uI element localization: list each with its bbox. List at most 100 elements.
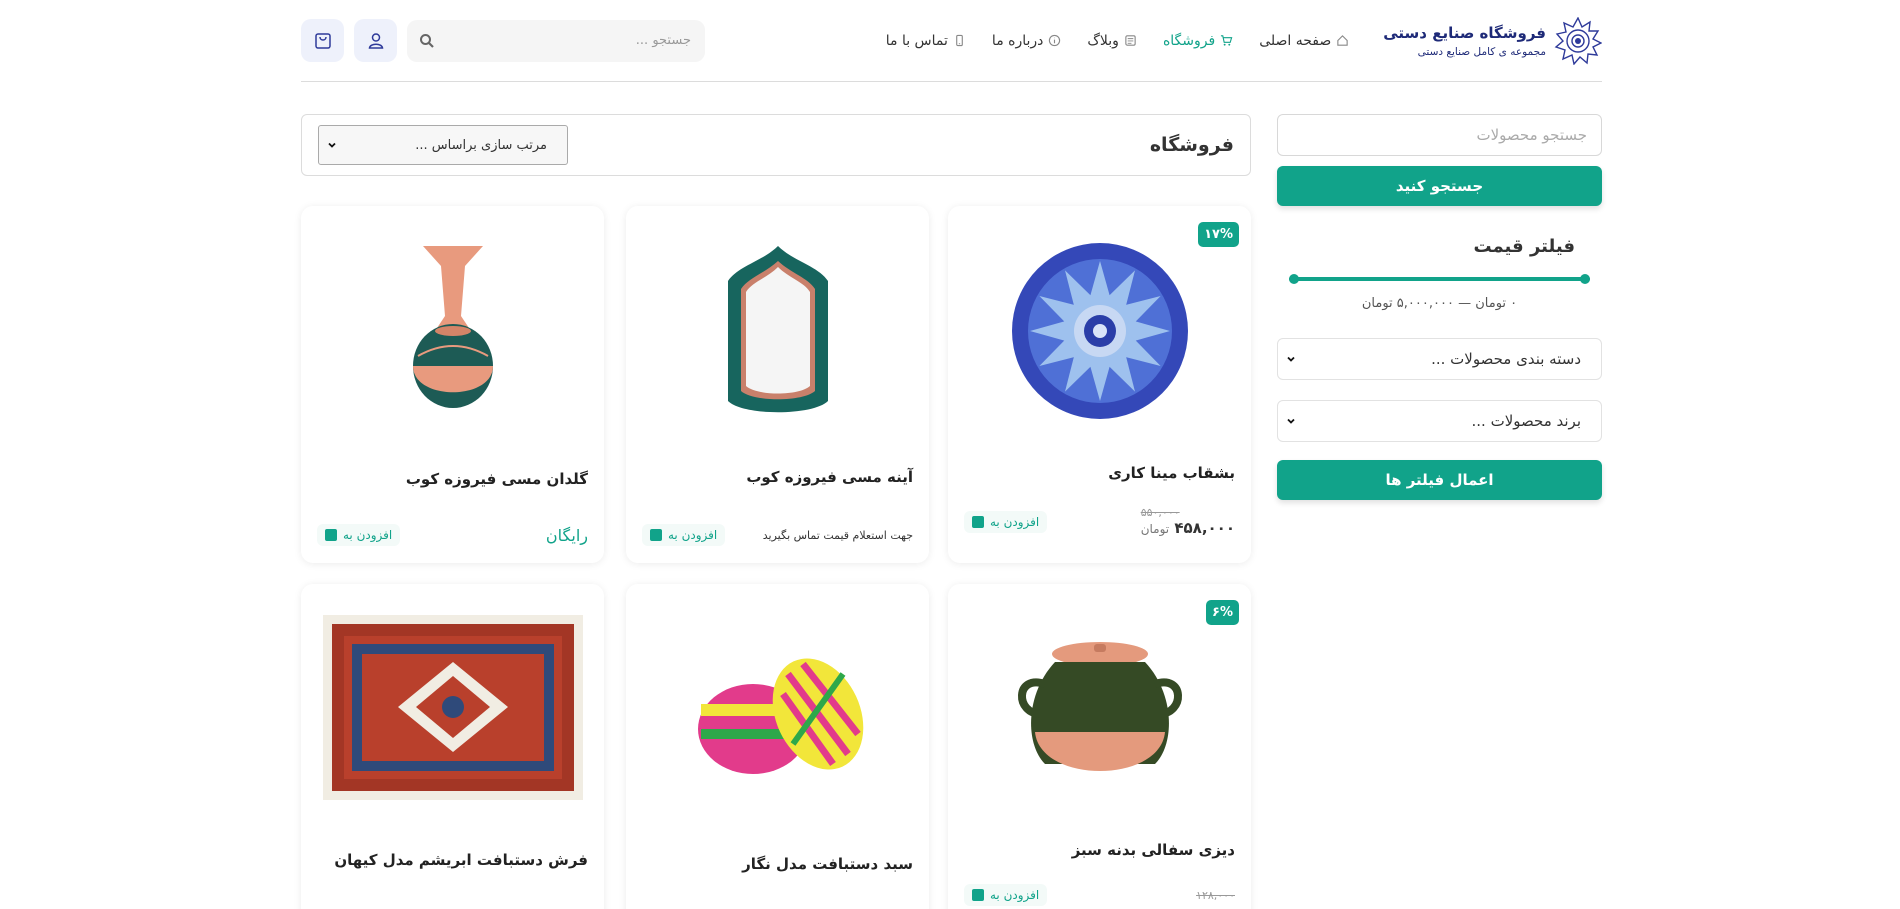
product-card[interactable]: ۶% دیزی سفالی بدنه سبز ۱۲۸,۰۰۰ افزودن به: [948, 584, 1251, 909]
product-name[interactable]: دیزی سفالی بدنه سبز: [1072, 841, 1235, 859]
price-max-handle[interactable]: [1580, 274, 1590, 284]
search-icon[interactable]: [419, 33, 435, 49]
product-card[interactable]: فرش دستبافت ابریشم مدل کیهان: [301, 584, 604, 909]
add-to-cart-label: افزودن به: [343, 528, 393, 542]
cart-icon: [650, 529, 662, 541]
nav-label-home: صفحه اصلی: [1259, 32, 1332, 49]
product-footer: جهت استعلام قیمت تماس بگیرید افزودن به: [642, 524, 913, 546]
add-to-cart-label: افزودن به: [668, 528, 718, 542]
nav-label-contact: تماس با ما: [885, 32, 948, 49]
product-price: ۵۵۰,۰۰۰ ۴۵۸,۰۰۰ تومان: [1141, 506, 1235, 537]
product-image-clay-pot[interactable]: [948, 624, 1251, 814]
clay-pot-image: [1017, 642, 1182, 771]
nav-item-home[interactable]: صفحه اصلی: [1259, 33, 1349, 49]
chevron-down-icon: [1287, 356, 1295, 362]
copper-vase-image: [412, 246, 493, 408]
nav-item-shop[interactable]: فروشگاه: [1163, 33, 1233, 49]
sidebar: جستجو محصولات جستجو کنید فیلتر قیمت ۰ تو…: [1277, 114, 1602, 500]
nav-label-blog: وبلاگ: [1087, 32, 1119, 49]
product-card[interactable]: گلدان مسی فیروزه کوب رایگان افزودن به: [301, 206, 604, 563]
sort-select[interactable]: مرتب سازی براساس ...: [318, 125, 568, 165]
woven-basket-image: [697, 658, 863, 774]
product-image-copper-mirror[interactable]: [626, 236, 929, 426]
product-card[interactable]: آینه مسی فیروزه کوب جهت استعلام قیمت تما…: [626, 206, 929, 563]
product-search-placeholder: جستجو محصولات: [1476, 126, 1587, 144]
product-image-enamel-plate[interactable]: [948, 236, 1251, 426]
product-search-input[interactable]: جستجو محصولات: [1277, 114, 1602, 156]
brand-select[interactable]: برند محصولات ...: [1277, 400, 1602, 442]
header-search-placeholder: جستجو ...: [635, 33, 691, 48]
header-search-input[interactable]: جستجو ...: [407, 19, 705, 62]
current-price: ۴۵۸,۰۰۰ تومان: [1141, 519, 1235, 537]
price-min-handle[interactable]: [1289, 274, 1299, 284]
product-name[interactable]: فرش دستبافت ابریشم مدل کیهان: [334, 851, 588, 869]
product-price: ۱۲۸,۰۰۰: [1196, 889, 1235, 902]
apply-filters-button[interactable]: اعمال فیلتر ها: [1277, 460, 1602, 500]
page-title: فروشگاه: [1149, 134, 1234, 156]
main-nav: صفحه اصلی فروشگاه وبلاگ درباره ما تماس ب…: [705, 33, 1349, 49]
info-icon: [1049, 34, 1061, 47]
product-name[interactable]: آینه مسی فیروزه کوب: [746, 468, 913, 486]
chevron-down-icon: [1287, 418, 1295, 424]
brand[interactable]: فروشگاه صنایع دستی مجموعه ی کامل صنایع د…: [1383, 0, 1602, 82]
blog-icon: [1125, 35, 1136, 46]
product-image-woven-basket[interactable]: [626, 624, 929, 814]
logo-icon: [1554, 16, 1602, 65]
old-price: ۱۲۸,۰۰۰: [1196, 888, 1235, 902]
header-tools: جستجو ...: [301, 19, 705, 62]
price-filter-title: فیلتر قیمت: [1473, 236, 1575, 257]
product-footer: رایگان افزودن به: [317, 524, 588, 546]
phone-icon: [956, 34, 963, 47]
product-card[interactable]: سبد دستبافت مدل نگار: [626, 584, 929, 909]
price-range-label: ۰ تومان — ۵,۰۰۰,۰۰۰ تومان: [1361, 296, 1518, 311]
nav-label-about: درباره ما: [991, 32, 1044, 49]
nav-item-about[interactable]: درباره ما: [992, 33, 1061, 49]
cart-icon: [972, 889, 984, 901]
product-image-silk-carpet[interactable]: [301, 612, 604, 802]
product-search-button[interactable]: جستجو کنید: [1277, 166, 1602, 206]
nav-item-contact[interactable]: تماس با ما: [886, 33, 966, 49]
shopping-bag-icon: [314, 32, 331, 49]
copper-mirror-image: [727, 246, 828, 413]
shop-toolbar: فروشگاه مرتب سازی براساس ...: [301, 114, 1251, 176]
sort-select-label: مرتب سازی براساس ...: [415, 137, 547, 153]
brand-select-label: برند محصولات ...: [1471, 412, 1582, 430]
product-name[interactable]: سبد دستبافت مدل نگار: [742, 855, 913, 873]
category-select-label: دسته بندی محصولات ...: [1431, 350, 1581, 368]
product-card[interactable]: ۱۷% بشقاب مینا کاری ۵۵۰,۰۰۰ ۴۵۸,۰۰۰ توما…: [948, 206, 1251, 563]
current-price-value: ۴۵۸,۰۰۰: [1174, 519, 1235, 537]
add-to-cart-label: افزودن به: [990, 514, 1040, 529]
free-price-label: رایگان: [545, 525, 588, 545]
enamel-plate-image: [1011, 243, 1188, 419]
price-range-slider[interactable]: [1289, 272, 1590, 286]
add-to-cart-label: افزودن به: [990, 888, 1040, 902]
cart-icon: [972, 515, 984, 528]
product-name[interactable]: بشقاب مینا کاری: [1108, 464, 1235, 482]
brand-subtitle: مجموعه ی کامل صنایع دستی: [1417, 45, 1546, 58]
product-name[interactable]: گلدان مسی فیروزه کوب: [406, 470, 588, 488]
cart-icon: [1221, 35, 1233, 46]
product-image-copper-vase[interactable]: [301, 236, 604, 426]
silk-carpet-image: [322, 614, 583, 800]
add-to-cart-button[interactable]: افزودن به: [317, 524, 401, 546]
chevron-down-icon: [328, 142, 336, 148]
account-button[interactable]: [354, 19, 397, 62]
old-price: ۵۵۰,۰۰۰: [1140, 506, 1180, 519]
cart-button[interactable]: [301, 19, 344, 62]
discount-badge: ۶%: [1206, 600, 1239, 625]
nav-item-blog[interactable]: وبلاگ: [1087, 33, 1137, 49]
add-to-cart-button[interactable]: افزودن به: [964, 510, 1048, 533]
product-footer: ۵۵۰,۰۰۰ ۴۵۸,۰۰۰ تومان افزودن به: [964, 506, 1235, 537]
page: فروشگاه صنایع دستی مجموعه ی کامل صنایع د…: [0, 0, 1900, 909]
price-inquiry-note: جهت استعلام قیمت تماس بگیرید: [762, 528, 913, 542]
category-select[interactable]: دسته بندی محصولات ...: [1277, 338, 1602, 380]
header: فروشگاه صنایع دستی مجموعه ی کامل صنایع د…: [301, 0, 1602, 82]
price-range-bar: [1289, 277, 1590, 281]
product-footer: ۱۲۸,۰۰۰ افزودن به: [964, 884, 1235, 906]
brand-title: فروشگاه صنایع دستی: [1383, 23, 1546, 42]
add-to-cart-button[interactable]: افزودن به: [642, 524, 726, 546]
user-icon: [368, 32, 383, 49]
add-to-cart-button[interactable]: افزودن به: [964, 884, 1048, 906]
home-icon: [1337, 35, 1348, 46]
cart-icon: [325, 529, 337, 541]
